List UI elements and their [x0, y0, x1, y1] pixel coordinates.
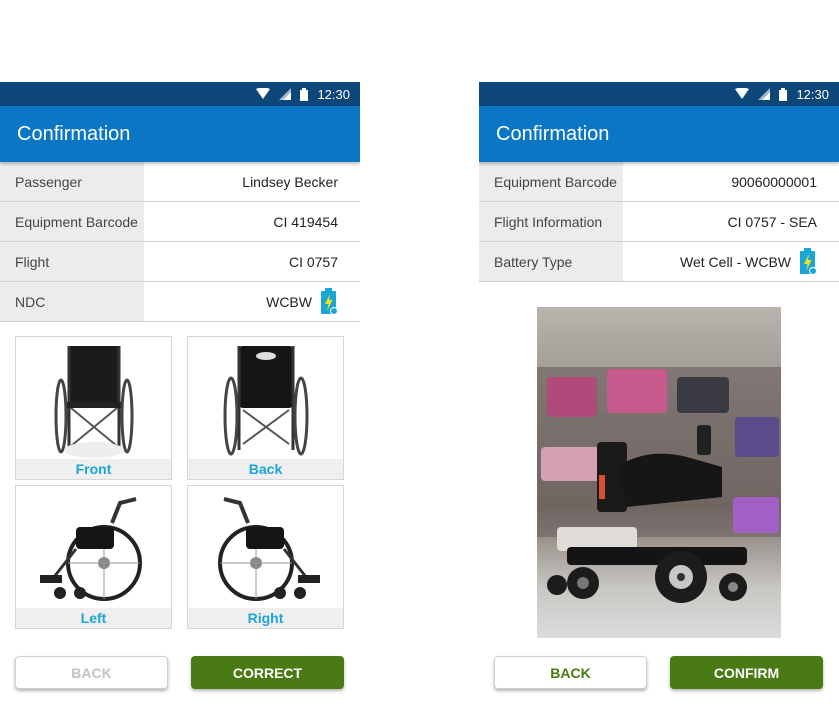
info-label: Flight Information	[479, 202, 623, 241]
status-time: 12:30	[317, 86, 350, 102]
info-table: Passenger Lindsey Becker Equipment Barco…	[0, 162, 360, 322]
info-value: Lindsey Becker	[242, 173, 338, 190]
thumbnail-back[interactable]: Back	[187, 336, 344, 480]
page-title: Confirmation	[17, 122, 131, 145]
battery-status-icon	[779, 87, 788, 101]
info-label: Equipment Barcode	[479, 162, 623, 201]
left-screen: 12:30 Confirmation Passenger Lindsey Bec…	[0, 82, 360, 722]
wheelchair-left-icon	[16, 486, 171, 610]
info-row-equipment-barcode: Equipment Barcode CI 419454	[0, 202, 360, 242]
thumbnail-front[interactable]: Front	[15, 336, 172, 480]
info-value: 90060000001	[731, 173, 817, 190]
back-button[interactable]: BACK	[15, 656, 168, 689]
power-wheelchair-photo	[537, 307, 781, 638]
info-label: Flight	[0, 242, 144, 281]
signal-icon	[758, 88, 771, 100]
thumbnail-right[interactable]: Right	[187, 485, 344, 629]
status-time: 12:30	[796, 86, 829, 102]
info-row-equipment-barcode: Equipment Barcode 90060000001	[479, 162, 839, 202]
info-label: Passenger	[0, 162, 144, 201]
right-screen: 12:30 Confirmation Equipment Barcode 900…	[479, 82, 839, 722]
thumbnail-label: Front	[16, 459, 171, 479]
page-title: Confirmation	[496, 122, 610, 145]
info-value: CI 0757	[288, 253, 338, 270]
signal-icon	[279, 88, 292, 100]
info-row-flight-information: Flight Information CI 0757 - SEA	[479, 202, 839, 242]
info-row-passenger: Passenger Lindsey Becker	[0, 162, 360, 202]
info-label: NDC	[0, 282, 144, 321]
info-row-flight: Flight CI 0757	[0, 242, 360, 282]
status-bar: 12:30	[479, 82, 839, 106]
app-bar: Confirmation	[0, 106, 360, 162]
wheelchair-right-icon	[188, 486, 343, 610]
wifi-icon	[735, 88, 750, 100]
battery-charging-icon	[320, 287, 338, 316]
wifi-icon	[256, 88, 271, 100]
back-button[interactable]: BACK	[494, 656, 647, 689]
wheelchair-back-icon	[188, 337, 343, 461]
battery-type-value: Wet Cell - WCBW	[680, 253, 791, 270]
battery-status-icon	[300, 87, 309, 101]
info-label: Equipment Barcode	[0, 202, 144, 241]
status-bar: 12:30	[0, 82, 360, 106]
app-bar: Confirmation	[479, 106, 839, 162]
thumbnail-left[interactable]: Left	[15, 485, 172, 629]
info-label: Battery Type	[479, 242, 623, 281]
info-value: CI 419454	[273, 213, 338, 230]
info-row-ndc: NDC WCBW	[0, 282, 360, 322]
battery-charging-icon	[799, 247, 817, 276]
info-row-battery-type: Battery Type Wet Cell - WCBW	[479, 242, 839, 282]
thumbnail-label: Right	[188, 608, 343, 628]
info-value-ndc: WCBW	[144, 282, 360, 321]
ndc-value: WCBW	[266, 293, 312, 310]
correct-button[interactable]: CORRECT	[191, 656, 344, 689]
info-value-battery: Wet Cell - WCBW	[623, 242, 839, 281]
wheelchair-front-icon	[16, 337, 171, 461]
info-value: CI 0757 - SEA	[727, 213, 818, 230]
confirm-button[interactable]: CONFIRM	[670, 656, 823, 689]
info-table: Equipment Barcode 90060000001 Flight Inf…	[479, 162, 839, 282]
thumbnail-label: Left	[16, 608, 171, 628]
thumbnail-label: Back	[188, 459, 343, 479]
